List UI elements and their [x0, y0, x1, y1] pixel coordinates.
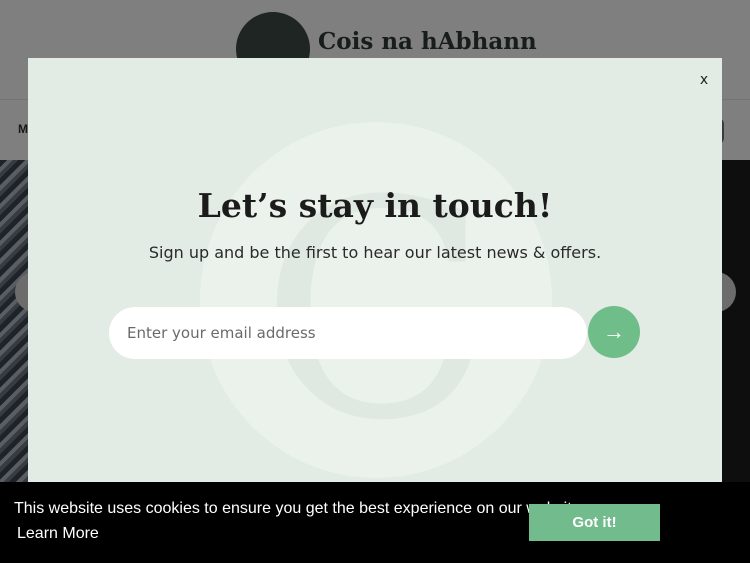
modal-subtitle: Sign up and be the first to hear our lat…	[148, 243, 602, 262]
cookie-message: This website uses cookies to ensure you …	[14, 500, 585, 517]
close-icon[interactable]: x	[694, 70, 714, 90]
modal-title: Let’s stay in touch!	[197, 186, 553, 225]
cookie-banner: This website uses cookies to ensure you …	[0, 482, 750, 563]
learn-more-link[interactable]: Learn More	[17, 525, 99, 543]
email-input[interactable]	[109, 307, 587, 359]
arrow-right-icon[interactable]: →	[588, 306, 640, 358]
newsletter-modal: C x Let’s stay in touch! Sign up and be …	[28, 58, 722, 498]
accept-cookies-button[interactable]: Got it!	[529, 504, 660, 541]
watermark-logo: C	[200, 122, 552, 478]
